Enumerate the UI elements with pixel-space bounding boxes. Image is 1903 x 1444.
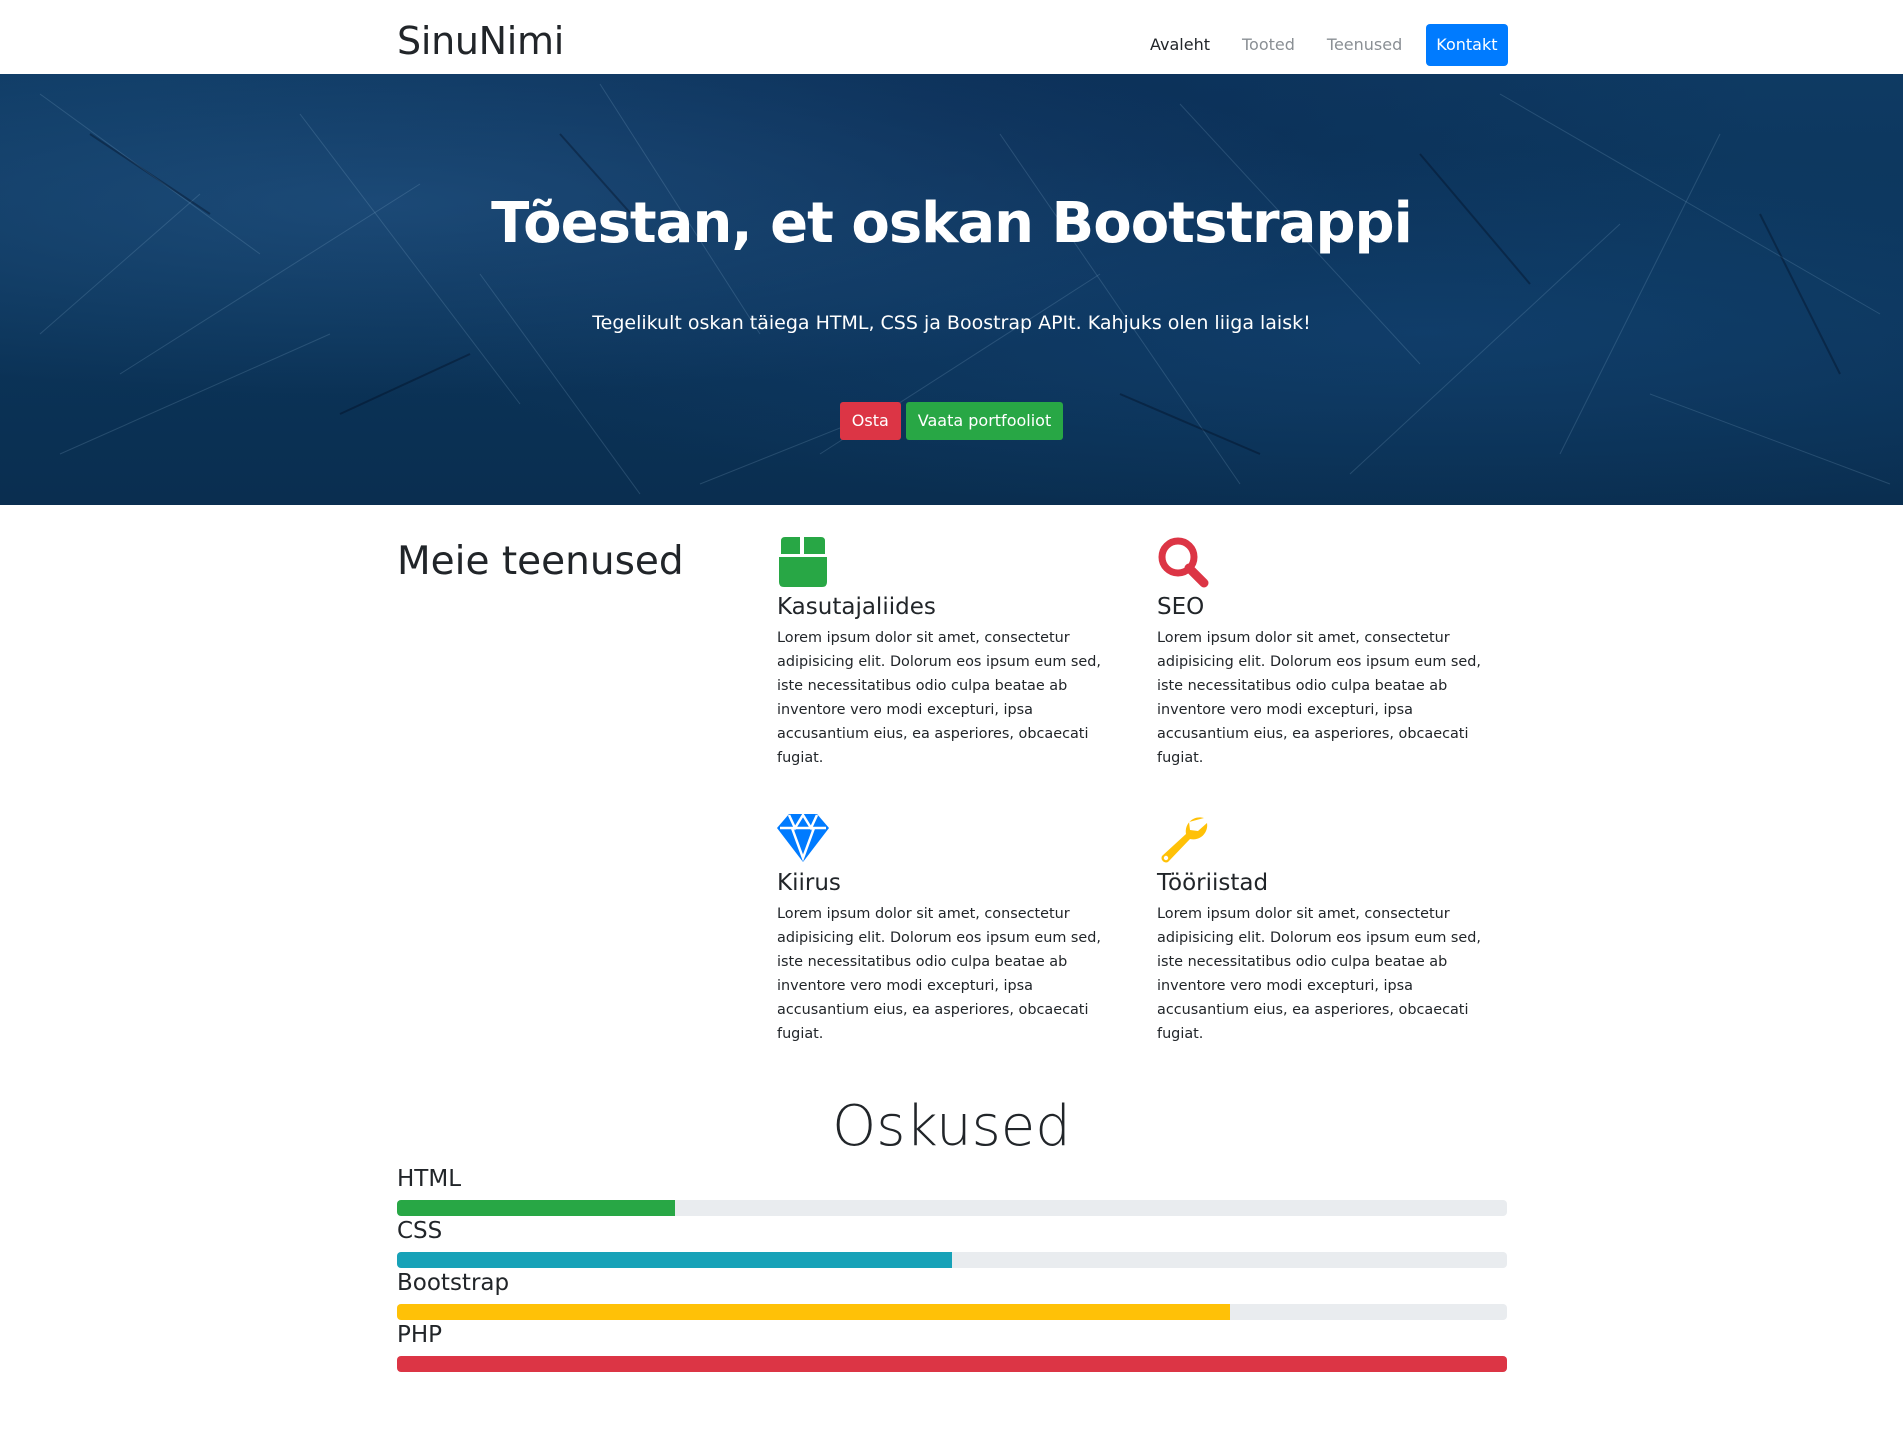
service-description: Lorem ipsum dolor sit amet, consectetur …: [777, 906, 1101, 1042]
service-card-seo: SEO Lorem ipsum dolor sit amet, consecte…: [1157, 536, 1509, 770]
service-card-tooriistad: Tööriistad Lorem ipsum dolor sit amet, c…: [1157, 812, 1509, 1046]
buy-button[interactable]: Osta: [839, 402, 901, 440]
box-icon: [779, 537, 827, 587]
progress-bar-css: [397, 1252, 952, 1268]
service-description: Lorem ipsum dolor sit amet, consectetur …: [1157, 630, 1481, 766]
progress-bar-php: [397, 1356, 1507, 1372]
skill-item-css: CSS: [397, 1215, 1507, 1268]
brand-logo[interactable]: SinuNimi: [397, 18, 564, 64]
service-card-kasutajaliides: Kasutajaliides Lorem ipsum dolor sit ame…: [777, 536, 1129, 770]
service-description: Lorem ipsum dolor sit amet, consectetur …: [1157, 906, 1481, 1042]
hero-subtitle: Tegelikult oskan täiega HTML, CSS ja Boo…: [592, 312, 1311, 334]
skill-item-bootstrap: Bootstrap: [397, 1267, 1507, 1320]
hero-banner: Tõestan, et oskan Bootstrappi Tegelikult…: [0, 74, 1903, 505]
skills-title: Oskused: [832, 1094, 1071, 1159]
skills-list: HTML CSS Bootstrap PHP: [397, 1163, 1507, 1372]
skill-item-php: PHP: [397, 1319, 1507, 1372]
progress-track: [397, 1200, 1507, 1216]
service-card-kiirus: Kiirus Lorem ipsum dolor sit amet, conse…: [777, 812, 1129, 1046]
search-icon: [1158, 537, 1209, 588]
skill-label: CSS: [397, 1218, 443, 1244]
hero-background-texture: [39, 83, 1891, 495]
view-portfolio-button[interactable]: Vaata portfooliot: [905, 402, 1064, 440]
wrench-icon: [1161, 817, 1208, 863]
nav-menu: Avaleht Tooted Teenused Kontakt: [1134, 24, 1508, 66]
skill-label: PHP: [397, 1322, 443, 1348]
progress-track: [397, 1356, 1507, 1372]
progress-track: [397, 1252, 1507, 1268]
service-title: Kasutajaliides: [777, 594, 936, 620]
hero-title: Tõestan, et oskan Bootstrappi: [491, 191, 1413, 256]
service-title: Tööriistad: [1157, 870, 1269, 896]
skill-label: HTML: [397, 1166, 462, 1192]
navbar: SinuNimi Avaleht Tooted Teenused Kontakt: [0, 0, 1903, 74]
hero-actions: Osta Vaata portfooliot: [0, 402, 1903, 440]
service-title: SEO: [1157, 594, 1205, 620]
service-description: Lorem ipsum dolor sit amet, consectetur …: [777, 630, 1101, 766]
nav-link-avaleht[interactable]: Avaleht: [1134, 24, 1226, 66]
service-title: Kiirus: [777, 870, 841, 896]
skill-item-html: HTML: [397, 1163, 1507, 1216]
nav-link-kontakt[interactable]: Kontakt: [1426, 24, 1508, 66]
nav-link-tooted[interactable]: Tooted: [1226, 24, 1311, 66]
progress-bar-html: [397, 1200, 675, 1216]
gem-icon: [777, 812, 829, 862]
services-heading: Meie teenused: [397, 539, 684, 584]
progress-track: [397, 1304, 1507, 1320]
skill-label: Bootstrap: [397, 1270, 510, 1296]
nav-link-teenused[interactable]: Teenused: [1311, 24, 1418, 66]
progress-bar-bootstrap: [397, 1304, 1230, 1320]
